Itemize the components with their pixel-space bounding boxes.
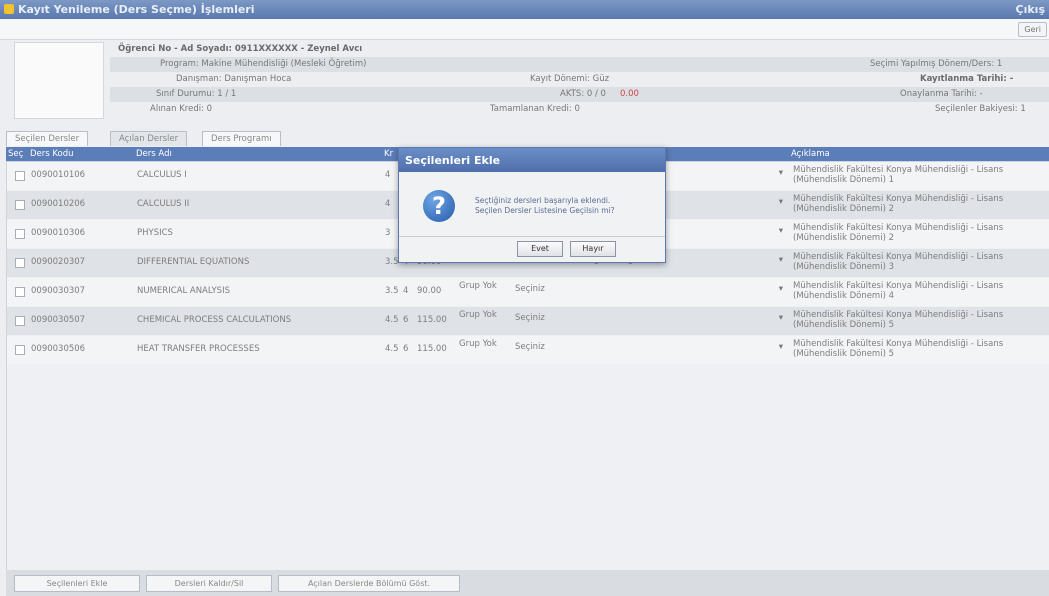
course-unit: Mühendislik Fakültesi Konya Mühendisliği…	[793, 339, 1004, 359]
col-name: Ders Adı	[136, 149, 172, 159]
dialog-title: Seçilenleri Ekle	[405, 154, 501, 167]
table-row[interactable]: 0090030507 CHEMICAL PROCESS CALCULATIONS 4…	[7, 307, 1049, 335]
chevron-down-icon: ▾	[778, 255, 783, 265]
course-akts: 6	[403, 315, 409, 325]
course-fee: 115.00	[417, 315, 447, 325]
course-unit: Mühendislik Fakültesi Konya Mühendisliği…	[793, 281, 1004, 301]
col-unit: Açıklama	[791, 149, 830, 159]
course-credit: 4	[385, 199, 391, 209]
teacher-select-value: Seçiniz	[515, 313, 545, 323]
exit-link[interactable]: Çıkış	[1016, 3, 1045, 16]
course-unit: Mühendislik Fakültesi Konya Mühendisliği…	[793, 223, 1004, 243]
table-row[interactable]: 0090030506 HEAT TRANSFER PROCESSES 4.5 6 115…	[7, 336, 1049, 364]
student-line3: Danışman: Danışman Hoca Kayıt Dönemi: Gü…	[176, 74, 1014, 84]
course-fee: 90.00	[417, 286, 442, 296]
student-photo	[14, 42, 104, 119]
dialog-message-1: Seçtiğiniz dersleri başarıyla eklendi.	[475, 196, 611, 205]
teacher-select-value: Seçiniz	[515, 284, 545, 294]
table-row[interactable]: 0090030307 NUMERICAL ANALYSIS 3.5 4 90.00 Gru…	[7, 278, 1049, 306]
course-code: 0090010206	[31, 199, 86, 209]
app-icon	[4, 4, 14, 14]
course-unit: Mühendislik Fakültesi Konya Mühendisliği…	[793, 310, 1004, 330]
course-code: 0090030307	[31, 286, 86, 296]
course-unit: Mühendislik Fakültesi Konya Mühendisliği…	[793, 194, 1004, 214]
chevron-down-icon: ▾	[778, 197, 783, 207]
col-code: Ders Kodu	[30, 149, 74, 159]
course-name: CALCULUS I	[137, 170, 187, 180]
student-line2: Program: Makine Mühendisliği (Mesleki Öğ…	[110, 57, 1049, 72]
course-fee: 115.00	[417, 344, 447, 354]
toolbar: Geri	[0, 19, 1049, 40]
question-icon: ?	[423, 190, 455, 222]
course-code: 0090030506	[31, 344, 86, 354]
dialog-divider	[399, 236, 665, 237]
teacher-select-value: Seçiniz	[515, 342, 545, 352]
yes-button[interactable]: Evet	[517, 241, 563, 257]
row-checkbox[interactable]	[15, 171, 25, 181]
chevron-down-icon: ▾	[778, 284, 783, 294]
course-group: Grup Yok	[459, 310, 497, 320]
confirm-dialog: Seçilenleri Ekle ? Seçtiğiniz dersleri b…	[398, 147, 666, 263]
course-akts: 6	[403, 344, 409, 354]
tab-course-schedule[interactable]: Ders Programı	[202, 131, 281, 146]
show-department-button[interactable]: Açılan Derslerde Bölümü Göst.	[278, 575, 460, 592]
remove-courses-button[interactable]: Dersleri Kaldır/Sil	[146, 575, 272, 592]
course-name: DIFFERENTIAL EQUATIONS	[137, 257, 250, 267]
row-checkbox[interactable]	[15, 200, 25, 210]
dialog-titlebar: Seçilenleri Ekle	[399, 148, 665, 172]
row-checkbox[interactable]	[15, 287, 25, 297]
window-title: Kayıt Yenileme (Ders Seçme) İşlemleri	[18, 3, 255, 16]
course-name: PHYSICS	[137, 228, 173, 238]
course-akts: 4	[403, 286, 409, 296]
course-code: 0090010306	[31, 228, 86, 238]
course-name: HEAT TRANSFER PROCESSES	[137, 344, 260, 354]
window-titlebar: Kayıt Yenileme (Ders Seçme) İşlemleri Çı…	[0, 0, 1049, 19]
tab-selected-courses[interactable]: Seçilen Dersler	[6, 131, 89, 146]
teacher-select[interactable]: Seçiniz ▾	[515, 342, 783, 355]
row-checkbox[interactable]	[15, 316, 25, 326]
chevron-down-icon: ▾	[778, 226, 783, 236]
chevron-down-icon: ▾	[778, 168, 783, 178]
no-button[interactable]: Hayır	[570, 241, 616, 257]
bottom-toolbar: Seçilenleri Ekle Dersleri Kaldır/Sil Açı…	[6, 570, 1049, 596]
course-credit: 4	[385, 170, 391, 180]
course-credit: 3.5	[385, 257, 399, 267]
row-checkbox[interactable]	[15, 229, 25, 239]
chevron-down-icon: ▾	[778, 313, 783, 323]
course-code: 0090020307	[31, 257, 86, 267]
course-unit: Mühendislik Fakültesi Konya Mühendisliği…	[793, 252, 1004, 272]
course-code: 0090010106	[31, 170, 86, 180]
course-name: CALCULUS II	[137, 199, 190, 209]
student-line1: Öğrenci No - Ad Soyadı: 0911XXXXXX - Zey…	[118, 44, 363, 54]
course-name: NUMERICAL ANALYSIS	[137, 286, 230, 296]
col-credit: Kr	[384, 149, 394, 159]
course-unit: Mühendislik Fakültesi Konya Mühendisliği…	[793, 165, 1004, 185]
back-button[interactable]: Geri	[1018, 22, 1047, 37]
teacher-select[interactable]: Seçiniz ▾	[515, 284, 783, 297]
course-name: CHEMICAL PROCESS CALCULATIONS	[137, 315, 292, 325]
teacher-select[interactable]: Seçiniz ▾	[515, 313, 783, 326]
student-line4: Sınıf Durumu: 1 / 1 AKTS: 0 / 0 0.00 Ona…	[110, 87, 1049, 102]
chevron-down-icon: ▾	[778, 342, 783, 352]
tab-open-courses[interactable]: Açılan Dersler	[110, 131, 188, 146]
course-credit: 4.5	[385, 344, 399, 354]
course-group: Grup Yok	[459, 339, 497, 349]
course-group: Grup Yok	[459, 281, 497, 291]
course-credit: 3.5	[385, 286, 399, 296]
row-checkbox[interactable]	[15, 345, 25, 355]
row-checkbox[interactable]	[15, 258, 25, 268]
student-line5: Alınan Kredi: 0 Tamamlanan Kredi: 0 Seçi…	[150, 104, 1026, 114]
col-select: Seç	[8, 149, 24, 159]
dialog-message-2: Seçilen Dersler Listesine Geçilsin mi?	[475, 206, 615, 215]
add-selected-button[interactable]: Seçilenleri Ekle	[14, 575, 140, 592]
course-credit: 4.5	[385, 315, 399, 325]
course-code: 0090030507	[31, 315, 86, 325]
course-credit: 3	[385, 228, 391, 238]
